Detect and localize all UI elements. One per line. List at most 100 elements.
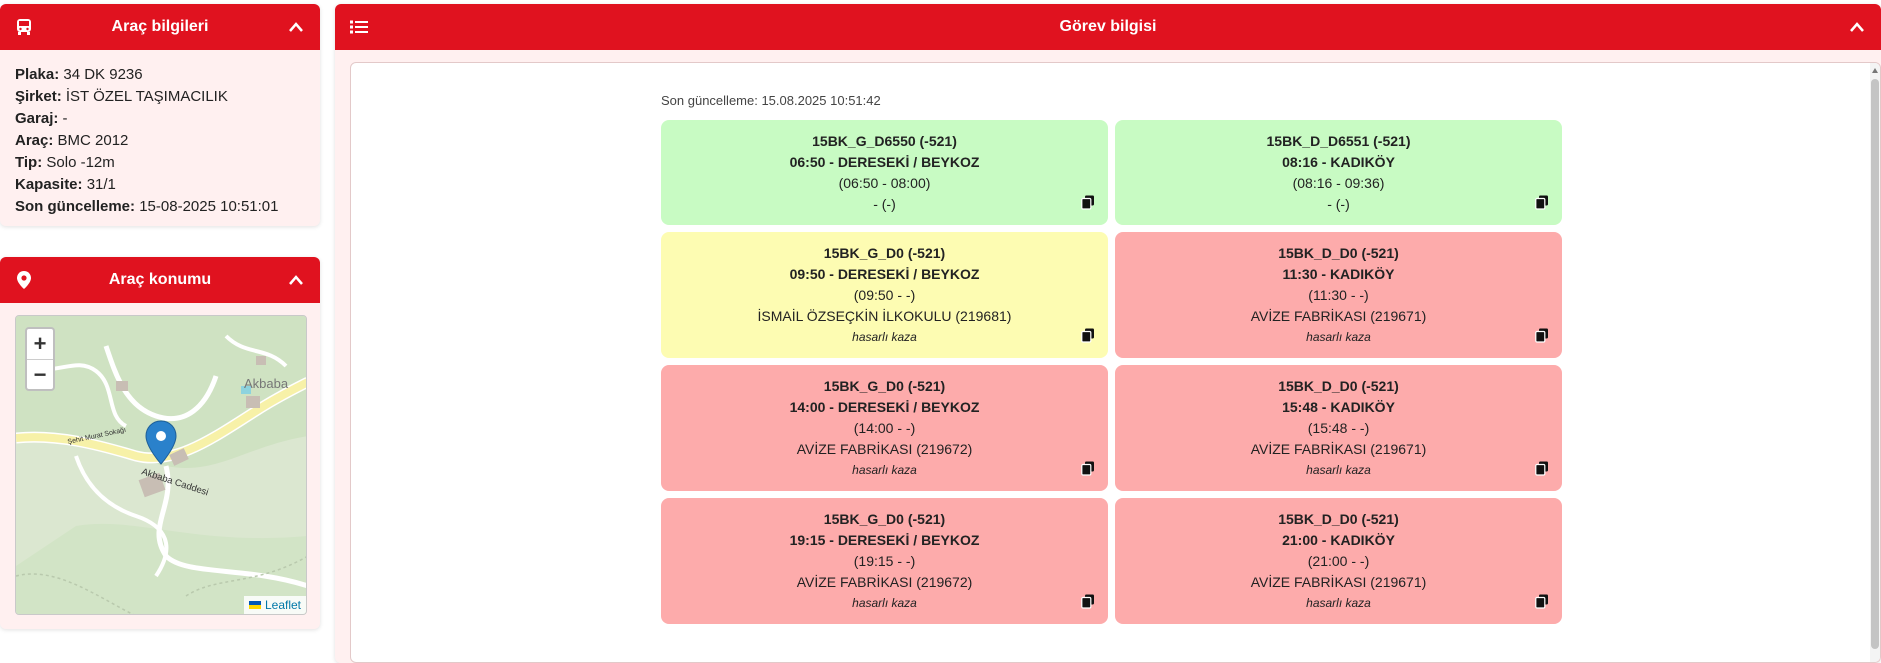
task-last-updated: Son güncelleme: 15.08.2025 10:51:42 [661,93,881,108]
vehicle-location-header: Araç konumu [0,257,320,303]
vehicle-location-panel: Araç konumu Akbaba Akbaba Caddesi Şehit … [0,257,320,629]
task-time-range: (15:48 - -) [1307,420,1370,436]
vehicle-info-list: Plaka: 34 DK 9236 Şirket: İST ÖZEL TAŞIMA… [0,50,320,218]
task-stop: AVİZE FABRİKASI (219671) [1250,441,1427,457]
task-departure: 19:15 - DERESEKİ / BEYKOZ [789,532,980,548]
task-card: 15BK_D_D6551 (-521) 08:16 - KADIKÖY (08:… [1115,120,1562,225]
collapse-task-chevron-up-icon[interactable] [1847,17,1867,37]
vehicle-info-header: Araç bilgileri [0,4,320,50]
task-note: hasarlı kaza [1306,596,1371,610]
task-departure: 15:48 - KADIKÖY [1282,399,1395,415]
map-tiles: Akbaba Akbaba Caddesi Şehit Murat Sokağı [16,316,306,614]
copy-icon[interactable] [1081,594,1095,609]
vehicle-info-label: Plaka: [15,66,60,83]
collapse-vehicle-chevron-up-icon[interactable] [286,17,306,37]
zoom-control: + − [25,327,55,391]
task-card: 15BK_D_D0 (-521) 11:30 - KADIKÖY (11:30 … [1115,232,1562,358]
task-departure: 09:50 - DERESEKİ / BEYKOZ [789,266,980,282]
copy-icon[interactable] [1535,195,1549,210]
task-time-range: (21:00 - -) [1307,553,1370,569]
vehicle-info-row: Tip: Solo -12m [15,152,305,174]
vehicle-info-label: Garaj: [15,110,59,127]
task-card: 15BK_D_D0 (-521) 15:48 - KADIKÖY (15:48 … [1115,365,1562,491]
vehicle-info-value: 31/1 [86,176,116,193]
task-card: 15BK_G_D0 (-521) 14:00 - DERESEKİ / BEYK… [661,365,1108,491]
task-note: hasarlı kaza [1306,330,1371,344]
task-code: 15BK_G_D0 (-521) [823,378,946,394]
scrollbar-thumb[interactable] [1871,79,1879,649]
task-stop: İSMAİL ÖZSEÇKİN İLKOKULU (219681) [757,308,1012,324]
task-time-range: (09:50 - -) [853,287,916,303]
task-departure: 11:30 - KADIKÖY [1282,266,1395,282]
vehicle-location-title: Araç konumu [108,271,212,288]
task-code: 15BK_D_D0 (-521) [1278,378,1399,394]
task-list-container: Son güncelleme: 15.08.2025 10:51:42 15BK… [350,62,1881,663]
vehicle-info-row: Araç: BMC 2012 [15,130,305,152]
task-note: hasarlı kaza [1306,463,1371,477]
vehicle-info-label: Şirket: [15,88,62,105]
task-code: 15BK_G_D0 (-521) [823,511,946,527]
map-pin-icon [14,270,34,290]
bus-icon [14,17,34,37]
copy-icon[interactable] [1535,461,1549,476]
task-stop: AVİZE FABRİKASI (219671) [1250,574,1427,590]
copy-icon[interactable] [1081,195,1095,210]
task-departure: 08:16 - KADIKÖY [1282,154,1395,170]
task-stop: - (-) [1327,196,1350,212]
task-info-title: Görev bilgisi [1059,18,1157,35]
task-info-header: Görev bilgisi [335,4,1881,50]
task-code: 15BK_G_D6550 (-521) [812,133,957,149]
task-info-panel: Görev bilgisi Son güncelleme: 15.08.2025… [335,4,1881,663]
vehicle-info-value: - [62,110,68,127]
task-stop: AVİZE FABRİKASI (219672) [796,574,973,590]
zoom-in-button[interactable]: + [27,329,53,359]
vehicle-info-label: Kapasite: [15,176,83,193]
vehicle-map[interactable]: Akbaba Akbaba Caddesi Şehit Murat Sokağı… [15,315,307,615]
copy-icon[interactable] [1081,461,1095,476]
task-card-grid: 15BK_G_D6550 (-521) 06:50 - DERESEKİ / B… [661,120,1562,624]
vehicle-info-value: 34 DK 9236 [63,66,143,83]
task-card: 15BK_G_D0 (-521) 09:50 - DERESEKİ / BEYK… [661,232,1108,358]
leaflet-link[interactable]: Leaflet [265,598,301,612]
task-departure: 14:00 - DERESEKİ / BEYKOZ [789,399,980,415]
copy-icon[interactable] [1081,328,1095,343]
task-time-range: (11:30 - -) [1308,287,1369,303]
zoom-out-button[interactable]: − [27,359,53,389]
task-departure: 21:00 - KADIKÖY [1282,532,1395,548]
vehicle-info-label: Araç: [15,132,54,149]
vehicle-info-row: Şirket: İST ÖZEL TAŞIMACILIK [15,86,305,108]
task-time-range: (19:15 - -) [853,553,916,569]
task-note: hasarlı kaza [852,330,917,344]
vehicle-info-row: Garaj: - [15,108,305,130]
task-code: 15BK_D_D0 (-521) [1278,245,1399,261]
task-card: 15BK_G_D0 (-521) 19:15 - DERESEKİ / BEYK… [661,498,1108,624]
vehicle-info-label: Son güncelleme: [15,198,136,215]
scroll-up-arrow-icon[interactable] [1871,67,1879,75]
task-card: 15BK_G_D6550 (-521) 06:50 - DERESEKİ / B… [661,120,1108,225]
task-note: hasarlı kaza [852,463,917,477]
task-code: 15BK_D_D6551 (-521) [1266,133,1411,149]
task-code: 15BK_G_D0 (-521) [823,245,946,261]
task-stop: AVİZE FABRİKASI (219672) [796,441,973,457]
vehicle-info-title: Araç bilgileri [111,18,209,35]
vehicle-info-row: Kapasite: 31/1 [15,174,305,196]
task-scrollbar[interactable] [1870,63,1880,662]
task-stop: AVİZE FABRİKASI (219671) [1250,308,1427,324]
task-note: hasarlı kaza [852,596,917,610]
task-stop: - (-) [873,196,896,212]
vehicle-info-value: Solo -12m [46,154,115,171]
list-icon [349,17,369,37]
collapse-location-chevron-up-icon[interactable] [286,270,306,290]
task-code: 15BK_D_D0 (-521) [1278,511,1399,527]
map-attribution: Leaflet [243,596,306,614]
task-time-range: (08:16 - 09:36) [1292,175,1385,191]
task-time-range: (06:50 - 08:00) [838,175,931,191]
copy-icon[interactable] [1535,594,1549,609]
vehicle-info-row: Plaka: 34 DK 9236 [15,64,305,86]
copy-icon[interactable] [1535,328,1549,343]
vehicle-info-value: İST ÖZEL TAŞIMACILIK [65,88,228,105]
vehicle-info-label: Tip: [15,154,43,171]
vehicle-info-panel: Araç bilgileri Plaka: 34 DK 9236 Şirket: … [0,4,320,226]
vehicle-info-row: Son güncelleme: 15-08-2025 10:51:01 [15,196,305,218]
map-label-place: Akbaba [244,376,289,391]
